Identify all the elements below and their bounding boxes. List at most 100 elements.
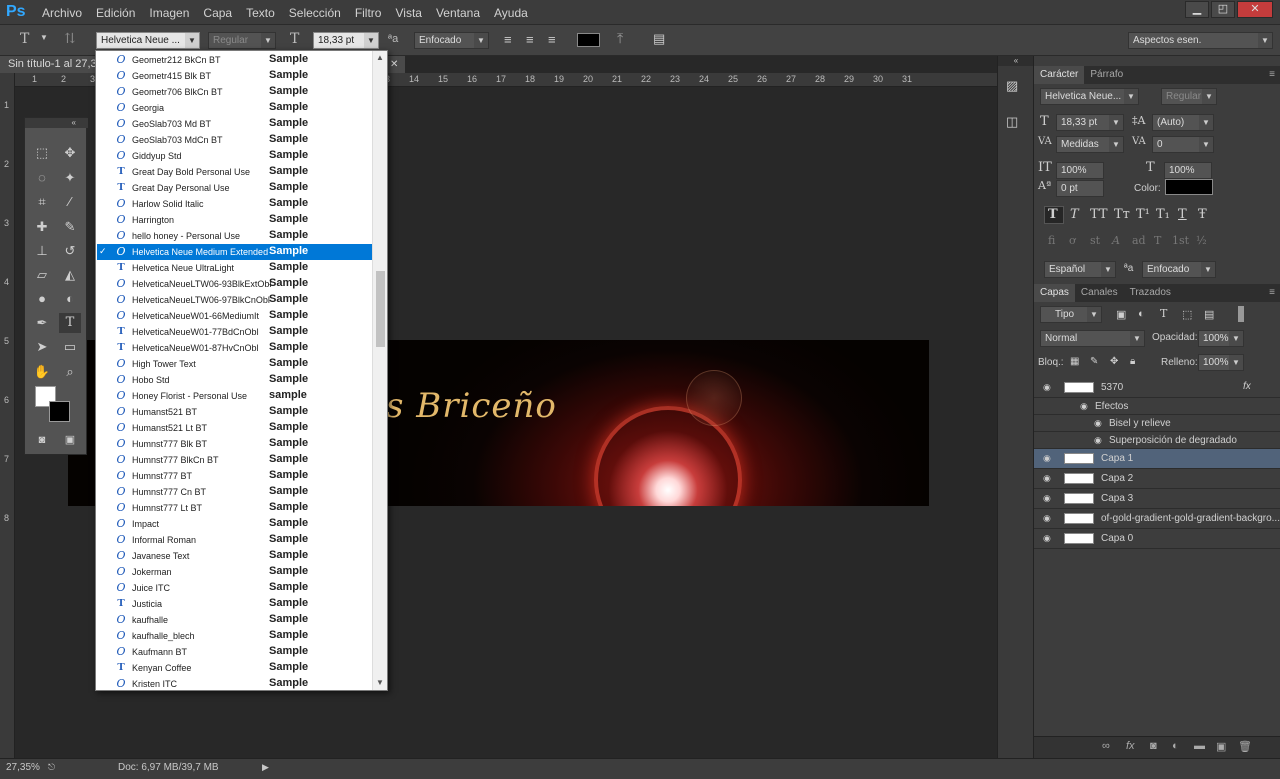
eye-icon[interactable]: ◉ <box>1043 533 1055 543</box>
tab-canales[interactable]: Canales <box>1075 284 1124 302</box>
align-right-icon[interactable]: ≡ <box>548 32 556 47</box>
crop-tool-icon[interactable]: ⌗ <box>31 192 53 212</box>
history-panel-icon[interactable]: ▨ <box>1006 78 1026 98</box>
stamp-tool-icon[interactable]: ⊥ <box>31 241 53 261</box>
ordinals-button[interactable]: 1st <box>1172 234 1189 247</box>
filter-smart-object-icon[interactable]: ▤ <box>1204 308 1214 321</box>
font-list-item[interactable]: O HelveticaNeueLTW06-93BlkExtObl Sample <box>97 276 373 292</box>
close-tab-icon[interactable]: ✕ <box>390 56 398 73</box>
lock-transparent-icon[interactable]: ▦ <box>1070 356 1079 367</box>
menu-ayuda[interactable]: Ayuda <box>494 6 528 20</box>
font-list-item[interactable]: O Harrington Sample <box>97 212 373 228</box>
all-caps-button[interactable]: TT <box>1090 207 1108 222</box>
layer-filter-select[interactable]: Tipo ▼ <box>1040 306 1102 323</box>
lasso-tool-icon[interactable]: ◌ <box>31 168 53 188</box>
font-list-item[interactable]: O Harlow Solid Italic Sample <box>97 196 373 212</box>
filter-toggle[interactable] <box>1238 306 1244 322</box>
menu-seleccion[interactable]: Selección <box>289 6 341 20</box>
hand-tool-icon[interactable]: ✋ <box>31 362 53 382</box>
menu-filtro[interactable]: Filtro <box>355 6 382 20</box>
properties-panel-icon[interactable]: ◫ <box>1006 114 1026 134</box>
panel-menu-icon[interactable]: ≡ <box>1263 66 1280 84</box>
font-list-item[interactable]: O Humanst521 BT Sample <box>97 404 373 420</box>
font-list-dropdown[interactable]: O Geometr212 BkCn BT Sample O Geometr415 Blk… <box>95 50 388 691</box>
delete-layer-icon[interactable]: 🗑︎ <box>1238 740 1252 753</box>
font-list-item[interactable]: O High Tower Text Sample <box>97 356 373 372</box>
discretionary-ligatures-button[interactable]: st <box>1090 234 1100 247</box>
text-orientation-icon[interactable]: ⇅ <box>64 31 76 47</box>
lock-position-icon[interactable]: ✥ <box>1110 356 1118 367</box>
font-list-item[interactable]: O Honey Florist - Personal Use sample <box>97 388 373 404</box>
char-antialias-select[interactable]: Enfocado ▼ <box>1142 261 1216 278</box>
layer-row[interactable]: ◉ of-gold-gradient-gold-gradient-backgro.… <box>1034 509 1280 529</box>
filter-adjustment-icon[interactable]: ◐ <box>1138 308 1145 320</box>
font-list-item[interactable]: O Humnst777 Blk BT Sample <box>97 436 373 452</box>
effect-eye-icon[interactable]: ◉ <box>1080 401 1088 412</box>
font-list-item[interactable]: Okaufhalle_blech Sample <box>97 628 373 644</box>
eyedropper-tool-icon[interactable]: ⁄ <box>59 192 81 212</box>
background-color-swatch[interactable] <box>49 401 70 422</box>
blur-tool-icon[interactable]: ● <box>31 289 53 309</box>
font-list-item[interactable]: O Juice ITC Sample <box>97 580 373 596</box>
font-list-item[interactable]: O GeoSlab703 Md BT Sample <box>97 116 373 132</box>
close-button[interactable]: ✕ <box>1237 1 1273 18</box>
font-list-item[interactable]: O Javanese Text Sample <box>97 548 373 564</box>
tab-caracter[interactable]: Carácter <box>1034 66 1085 84</box>
layer-row[interactable]: ◉ Capa 2 <box>1034 469 1280 489</box>
menu-vista[interactable]: Vista <box>395 6 421 20</box>
font-list-item[interactable]: T HelveticaNeueW01-77BdCnObl Sample <box>97 324 373 340</box>
menu-archivo[interactable]: Archivo <box>42 6 82 20</box>
leading-select[interactable]: (Auto) ▼ <box>1152 114 1214 131</box>
small-caps-button[interactable]: Tт <box>1114 207 1130 222</box>
char-font-size-select[interactable]: 18,33 pt ▼ <box>1056 114 1124 131</box>
stylistic-alternates-button[interactable]: ad <box>1132 234 1146 247</box>
font-list-item[interactable]: O Humnst777 Cn BT Sample <box>97 484 373 500</box>
layer-effect-row[interactable]: ◉ Efectos <box>1034 398 1280 415</box>
font-list-item[interactable]: O Humnst777 Lt BT Sample <box>97 500 373 516</box>
strikethrough-button[interactable]: Ŧ <box>1198 207 1207 222</box>
vertical-scale-input[interactable]: 100% <box>1056 162 1104 179</box>
horizontal-scale-input[interactable]: 100% <box>1164 162 1212 179</box>
tracking-select[interactable]: 0 ▼ <box>1152 136 1214 153</box>
font-list-scrollbar[interactable]: ▲ ▼ <box>372 51 387 690</box>
fill-input[interactable]: 100% ▼ <box>1198 354 1244 371</box>
restore-button[interactable]: ◰ <box>1211 1 1235 18</box>
kerning-select[interactable]: Medidas ▼ <box>1056 136 1124 153</box>
subscript-button[interactable]: T₁ <box>1156 207 1170 222</box>
font-list-item[interactable]: T Great Day Bold Personal Use Sample <box>97 164 373 180</box>
font-list-item[interactable]: O Georgia Sample <box>97 100 373 116</box>
eye-icon[interactable]: ◉ <box>1043 473 1055 483</box>
char-font-family-select[interactable]: Helvetica Neue... ▼ <box>1040 88 1139 105</box>
font-list-item[interactable]: O HelveticaNeueW01-66MediumIt Sample <box>97 308 373 324</box>
dock-collapse-icon[interactable]: « <box>998 56 1034 66</box>
font-list-item[interactable]: O GeoSlab703 MdCn BT Sample <box>97 132 373 148</box>
quick-mask-icon[interactable]: ◙ <box>31 430 53 450</box>
text-color-swatch[interactable] <box>577 33 600 47</box>
baseline-shift-input[interactable]: 0 pt <box>1056 180 1104 197</box>
font-list-item[interactable]: O Jokerman Sample <box>97 564 373 580</box>
eye-icon[interactable]: ◉ <box>1043 513 1055 523</box>
font-list-item[interactable]: O Geometr706 BlkCn BT Sample <box>97 84 373 100</box>
font-list-item[interactable]: O Kaufmann BT Sample <box>97 644 373 660</box>
font-list-item[interactable]: O Geometr415 Blk BT Sample <box>97 68 373 84</box>
align-left-icon[interactable]: ≡ <box>504 32 512 47</box>
dodge-tool-icon[interactable]: ◐ <box>59 289 81 309</box>
type-tool-preset-icon[interactable]: T <box>20 31 29 47</box>
font-list-item[interactable]: O Impact Sample <box>97 516 373 532</box>
font-list-item[interactable]: Okaufhalle Sample <box>97 612 373 628</box>
ligatures-button[interactable]: fi <box>1048 234 1055 247</box>
blend-mode-select[interactable]: Normal ▼ <box>1040 330 1145 347</box>
link-layers-icon[interactable]: ∞ <box>1102 740 1110 752</box>
minimize-button[interactable]: ▁ <box>1185 1 1209 18</box>
pen-tool-icon[interactable]: ✒ <box>31 313 53 333</box>
healing-brush-tool-icon[interactable]: ✚ <box>31 217 53 237</box>
align-center-icon[interactable]: ≡ <box>526 32 534 47</box>
font-list-item[interactable]: O Giddyup Std Sample <box>97 148 373 164</box>
new-layer-icon[interactable]: ▣ <box>1216 740 1226 753</box>
new-fill-layer-icon[interactable]: ◐ <box>1172 740 1179 752</box>
share-icon[interactable]: ⎋ <box>48 762 55 773</box>
add-style-icon[interactable]: fx <box>1126 740 1135 752</box>
layer-row[interactable]: ◉ Capa 0 <box>1034 529 1280 549</box>
menu-texto[interactable]: Texto <box>246 6 275 20</box>
fractions-button[interactable]: ½ <box>1196 234 1207 247</box>
